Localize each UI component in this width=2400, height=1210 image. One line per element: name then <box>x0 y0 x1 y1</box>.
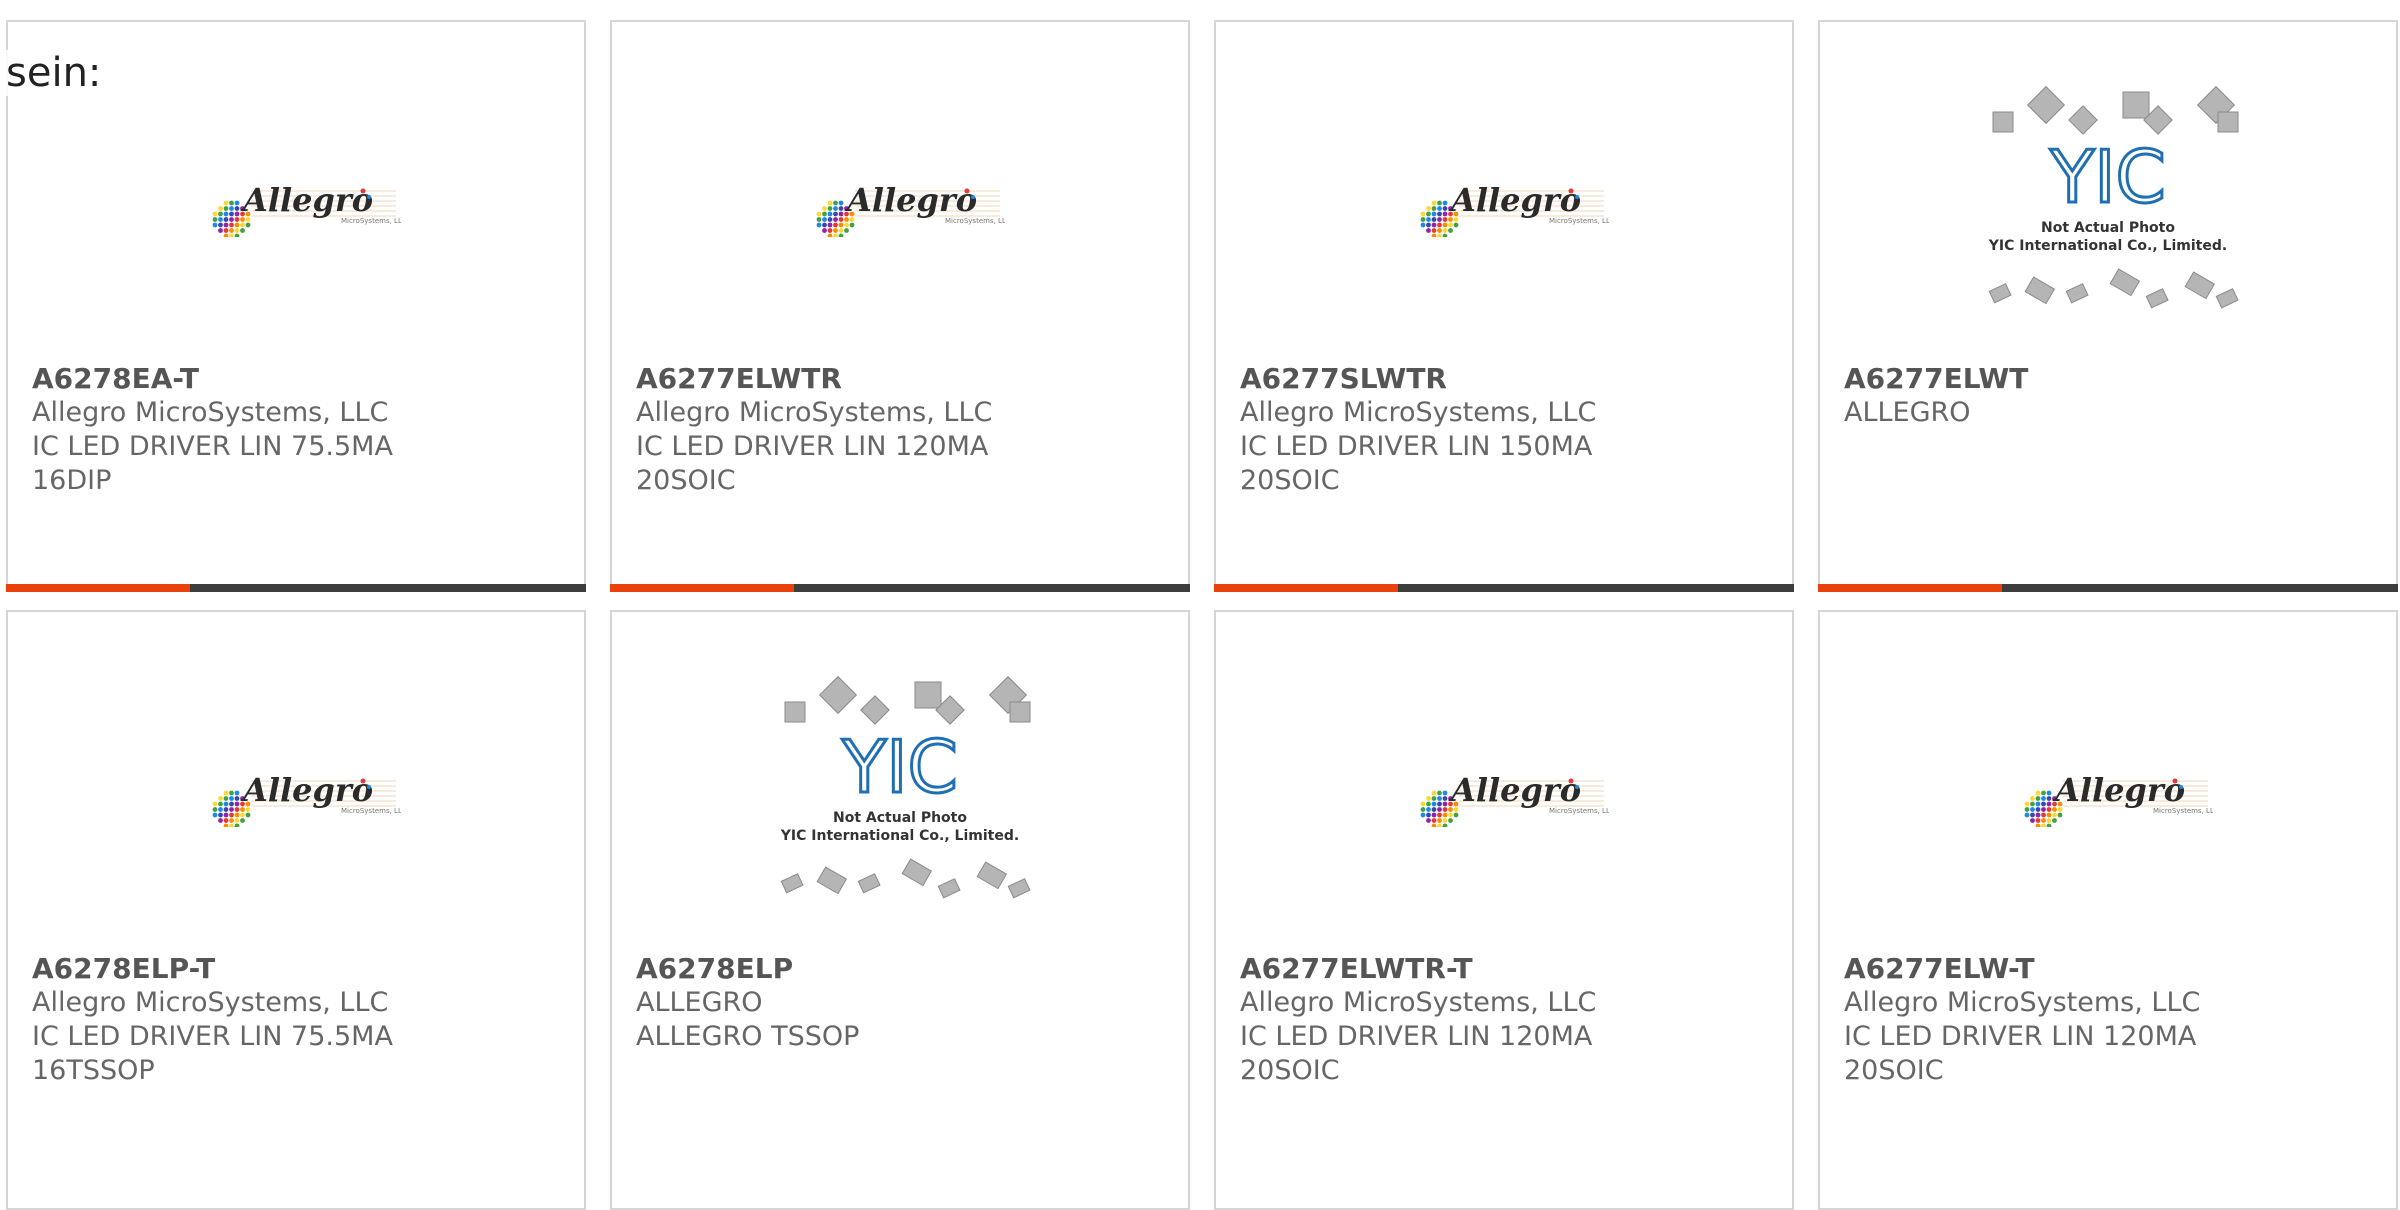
manufacturer: Allegro MicroSystems, LLC <box>1844 987 2201 1018</box>
svg-text:Allegro: Allegro <box>1448 181 1581 219</box>
svg-text:Not Actual Photo: Not Actual Photo <box>833 810 967 826</box>
manufacturer: ALLEGRO <box>636 987 763 1018</box>
svg-text:MicroSystems, LLC: MicroSystems, LLC <box>341 807 401 815</box>
product-image[interactable]: YIC Not Actual Photo YIC International Co.… <box>612 662 1188 922</box>
part-number[interactable]: A6277SLWTR <box>1240 362 1772 396</box>
svg-text:MicroSystems, LLC: MicroSystems, LLC <box>1549 217 1609 225</box>
svg-text:Allegro: Allegro <box>1448 771 1581 809</box>
product-image[interactable]: Allegro MicroSystems, LLC <box>8 72 584 332</box>
svg-text:MicroSystems, LLC: MicroSystems, LLC <box>2153 807 2213 815</box>
product-image[interactable]: Allegro MicroSystems, LLC <box>8 662 584 922</box>
description: ALLEGRO TSSOP <box>636 1021 860 1052</box>
package: 20SOIC <box>1240 1055 1340 1086</box>
placeholder-image: YICNot Actual Photo YIC International Co.… <box>1988 85 2239 309</box>
allegro-logo: AllegroMicroSystems, LLC <box>212 181 401 237</box>
svg-text:Allegro: Allegro <box>240 771 373 809</box>
product-card[interactable]: YIC Not Actual Photo YIC International Co.… <box>1818 20 2398 592</box>
product-card[interactable]: Allegro MicroSystems, LLC A6277ELW-T Alle… <box>1818 610 2398 1210</box>
part-number[interactable]: A6278EA-T <box>32 362 564 396</box>
product-card[interactable]: Allegro MicroSystems, LLC A6277SLWTR Alle… <box>1214 20 1794 592</box>
allegro-logo: AllegroMicroSystems, LLC <box>1420 181 1609 237</box>
package: 16DIP <box>32 465 112 496</box>
description: IC LED DRIVER LIN 75.5MA <box>32 1021 393 1052</box>
manufacturer: Allegro MicroSystems, LLC <box>636 397 993 428</box>
package: 20SOIC <box>1844 1055 1944 1086</box>
manufacturer: Allegro MicroSystems, LLC <box>32 987 389 1018</box>
manufacturer: Allegro MicroSystems, LLC <box>1240 987 1597 1018</box>
description: IC LED DRIVER LIN 150MA <box>1240 431 1593 462</box>
overlay-text: sein: <box>6 50 102 96</box>
svg-text:YIC International Co., Limited: YIC International Co., Limited. <box>780 828 1019 844</box>
allegro-logo: AllegroMicroSystems, LLC <box>212 771 401 827</box>
manufacturer: Allegro MicroSystems, LLC <box>32 397 389 428</box>
product-image[interactable]: Allegro MicroSystems, LLC <box>1820 662 2396 922</box>
product-card[interactable]: Allegro MicroSystems, LLC A6277ELWTR Alle… <box>610 20 1190 592</box>
description: IC LED DRIVER LIN 75.5MA <box>32 431 393 462</box>
product-image[interactable]: Allegro MicroSystems, LLC <box>1216 662 1792 922</box>
svg-text:MicroSystems, LLC: MicroSystems, LLC <box>1549 807 1609 815</box>
part-number[interactable]: A6277ELW-T <box>1844 952 2376 986</box>
manufacturer: ALLEGRO <box>1844 397 1971 428</box>
card-accent-bar <box>6 584 586 592</box>
card-accent-bar <box>1818 584 2398 592</box>
package: 20SOIC <box>1240 465 1340 496</box>
product-card[interactable]: Allegro MicroSystems, LLC A6277ELWTR-T Al… <box>1214 610 1794 1210</box>
product-card[interactable]: YIC Not Actual Photo YIC International Co.… <box>610 610 1190 1210</box>
card-accent-bar <box>610 584 1190 592</box>
svg-text:Allegro: Allegro <box>844 181 977 219</box>
part-number[interactable]: A6277ELWTR-T <box>1240 952 1772 986</box>
svg-text:Not Actual Photo: Not Actual Photo <box>2041 220 2175 236</box>
product-card[interactable]: Allegro MicroSystems, LLC A6278EA-T Alleg… <box>6 20 586 592</box>
placeholder-image: YICNot Actual Photo YIC International Co.… <box>780 675 1031 899</box>
package: 20SOIC <box>636 465 736 496</box>
svg-text:Allegro: Allegro <box>2052 771 2185 809</box>
svg-text:Allegro: Allegro <box>240 181 373 219</box>
product-image[interactable]: Allegro MicroSystems, LLC <box>1216 72 1792 332</box>
part-number[interactable]: A6278ELP <box>636 952 1168 986</box>
svg-text:MicroSystems, LLC: MicroSystems, LLC <box>341 217 401 225</box>
svg-text:MicroSystems, LLC: MicroSystems, LLC <box>945 217 1005 225</box>
allegro-logo: AllegroMicroSystems, LLC <box>816 181 1005 237</box>
svg-text:YIC: YIC <box>841 725 958 809</box>
manufacturer: Allegro MicroSystems, LLC <box>1240 397 1597 428</box>
part-number[interactable]: A6278ELP-T <box>32 952 564 986</box>
part-number[interactable]: A6277ELWT <box>1844 362 2376 396</box>
package: 16TSSOP <box>32 1055 155 1086</box>
allegro-logo: AllegroMicroSystems, LLC <box>2024 771 2213 827</box>
product-image[interactable]: Allegro MicroSystems, LLC <box>612 72 1188 332</box>
svg-text:YIC International Co., Limited: YIC International Co., Limited. <box>1988 238 2227 254</box>
product-card[interactable]: Allegro MicroSystems, LLC A6278ELP-T Alle… <box>6 610 586 1210</box>
product-image[interactable]: YIC Not Actual Photo YIC International Co.… <box>1820 72 2396 332</box>
description: IC LED DRIVER LIN 120MA <box>1844 1021 2197 1052</box>
description: IC LED DRIVER LIN 120MA <box>636 431 989 462</box>
card-accent-bar <box>1214 584 1794 592</box>
description: IC LED DRIVER LIN 120MA <box>1240 1021 1593 1052</box>
part-number[interactable]: A6277ELWTR <box>636 362 1168 396</box>
allegro-logo: AllegroMicroSystems, LLC <box>1420 771 1609 827</box>
svg-text:YIC: YIC <box>2049 135 2166 219</box>
